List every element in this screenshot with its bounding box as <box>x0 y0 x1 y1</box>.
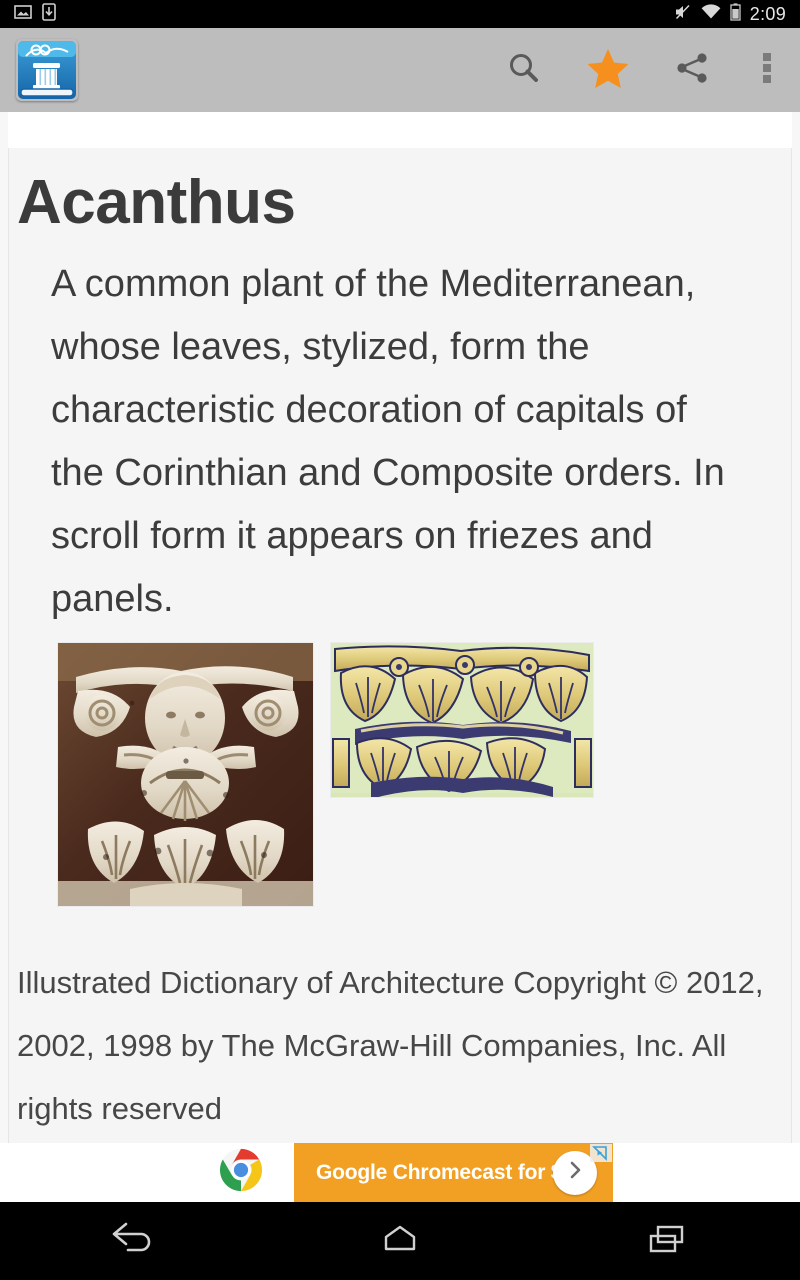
mute-icon <box>674 3 692 26</box>
dictionary-entry-card[interactable]: Acanthus A common plant of the Mediterra… <box>8 148 792 1143</box>
page-title: Acanthus <box>17 168 296 237</box>
chrome-logo-icon <box>218 1147 264 1198</box>
status-bar-right-icons: 2:09 <box>674 2 786 26</box>
nav-back-button[interactable] <box>68 1202 198 1280</box>
device-screen: 2:09 Acanthus A common plant of the Medi… <box>0 0 800 1280</box>
recents-icon <box>644 1222 690 1261</box>
screenshot-icon <box>14 3 32 26</box>
content-top-spacer <box>8 112 792 148</box>
entry-figures <box>58 643 791 907</box>
back-arrow-icon <box>110 1222 156 1261</box>
figure-acanthus-capital-illustration[interactable] <box>331 643 593 800</box>
wifi-icon <box>701 3 721 25</box>
ad-brand-area <box>187 1143 294 1202</box>
share-button[interactable] <box>650 28 734 112</box>
status-bar: 2:09 <box>0 0 800 28</box>
more-vertical-icon <box>762 51 772 90</box>
figure-corinthian-capital-photo[interactable] <box>58 643 313 907</box>
ad-banner[interactable]: Google Chromecast for $35 <box>187 1143 613 1202</box>
entry-definition: A common plant of the Mediterranean, who… <box>51 263 725 621</box>
nav-recents-button[interactable] <box>602 1202 732 1280</box>
android-navigation-bar <box>0 1202 800 1280</box>
search-icon <box>506 50 542 91</box>
favorite-button[interactable] <box>566 28 650 112</box>
action-bar <box>0 28 800 112</box>
ad-headline: Google Chromecast for $35 <box>316 1160 586 1184</box>
action-bar-buttons <box>482 28 800 112</box>
download-icon <box>42 2 56 26</box>
home-icon <box>377 1222 423 1261</box>
ad-strip: Google Chromecast for $35 <box>0 1143 800 1202</box>
ad-message-area[interactable]: Google Chromecast for $35 <box>294 1143 613 1202</box>
adchoices-icon[interactable] <box>590 1144 612 1167</box>
nav-home-button[interactable] <box>335 1202 465 1280</box>
copyright-notice: Illustrated Dictionary of Architecture C… <box>17 965 764 1127</box>
share-icon <box>674 50 710 91</box>
status-bar-clock: 2:09 <box>749 3 786 24</box>
star-icon <box>587 47 629 94</box>
content-area: Acanthus A common plant of the Mediterra… <box>0 112 800 1143</box>
battery-icon <box>730 2 741 26</box>
overflow-menu-button[interactable] <box>734 28 800 112</box>
search-button[interactable] <box>482 28 566 112</box>
status-bar-left-icons <box>14 2 56 26</box>
architecture-dictionary-app-icon[interactable] <box>16 39 78 101</box>
chevron-right-icon <box>565 1160 585 1185</box>
